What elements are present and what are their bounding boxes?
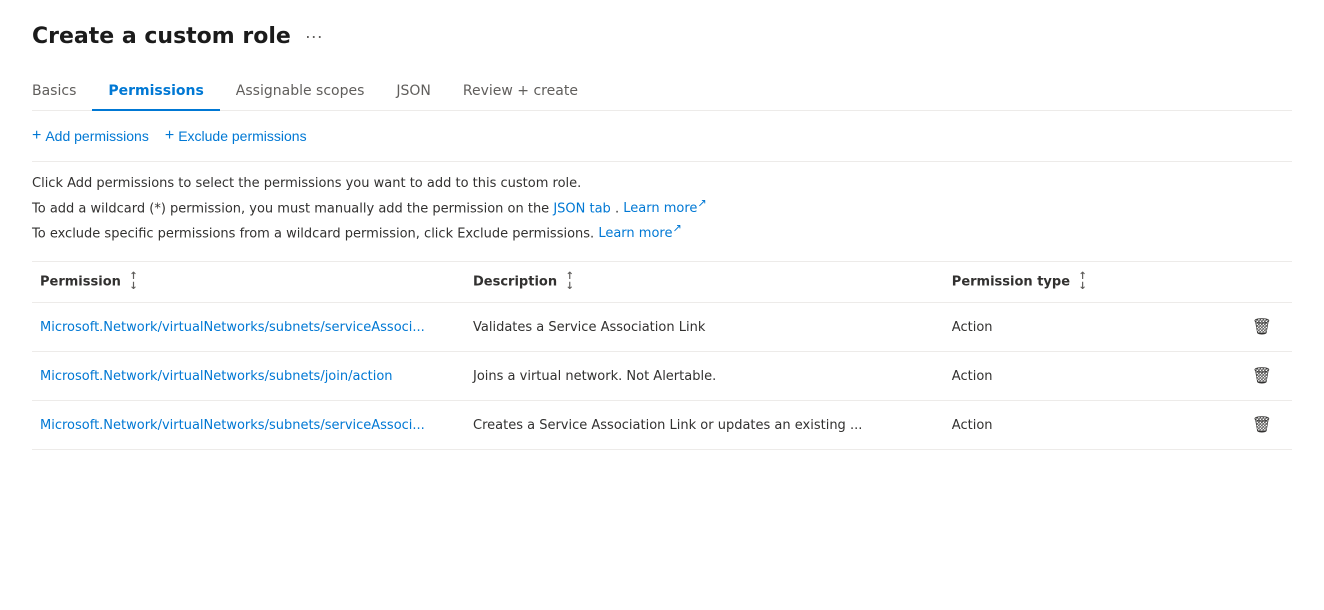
learn-more-label-2: Learn more — [598, 226, 672, 241]
delete-button-3[interactable]: 🗑 — [1244, 411, 1280, 439]
plus-icon-exclude: + — [165, 127, 174, 145]
permission-link-1[interactable]: Microsoft.Network/virtualNetworks/subnet… — [40, 320, 425, 335]
table-header-row: Permission ↑↓ Description ↑↓ Permission … — [32, 262, 1292, 303]
info-line2-suffix: . — [615, 201, 619, 216]
learn-more-link-1[interactable]: Learn more↗ — [623, 201, 706, 216]
action-cell-1: 🗑 — [1204, 303, 1292, 352]
info-line2-prefix: To add a wildcard (*) permission, you mu… — [32, 201, 553, 216]
col-header-description: Description ↑↓ — [473, 262, 952, 303]
description-cell-3: Creates a Service Association Link or up… — [473, 401, 952, 450]
info-line3-prefix: To exclude specific permissions from a w… — [32, 226, 594, 241]
table-row: Microsoft.Network/virtualNetworks/subnet… — [32, 401, 1292, 450]
exclude-permissions-label: Exclude permissions — [178, 128, 306, 144]
action-cell-3: 🗑 — [1204, 401, 1292, 450]
ellipsis-button[interactable]: ··· — [299, 24, 329, 49]
permission-link-2[interactable]: Microsoft.Network/virtualNetworks/subnet… — [40, 369, 393, 384]
col-header-permission: Permission ↑↓ — [32, 262, 473, 303]
json-tab-link[interactable]: JSON tab — [553, 201, 611, 216]
page-title-row: Create a custom role ··· — [32, 24, 1292, 49]
tab-nav: Basics Permissions Assignable scopes JSO… — [32, 73, 1292, 111]
type-cell-1: Action — [952, 303, 1204, 352]
tab-review-create[interactable]: Review + create — [447, 73, 594, 111]
permission-cell-1: Microsoft.Network/virtualNetworks/subnet… — [32, 303, 473, 352]
col-header-action — [1204, 262, 1292, 303]
action-bar: + Add permissions + Exclude permissions — [32, 111, 1292, 162]
delete-button-2[interactable]: 🗑 — [1244, 362, 1280, 390]
page-title: Create a custom role — [32, 24, 291, 49]
external-icon-1: ↗ — [697, 197, 706, 210]
plus-icon-add: + — [32, 127, 41, 145]
learn-more-label-1: Learn more — [623, 201, 697, 216]
add-permissions-label: Add permissions — [45, 128, 149, 144]
exclude-permissions-button[interactable]: + Exclude permissions — [165, 123, 307, 149]
tab-basics[interactable]: Basics — [32, 73, 92, 111]
table-row: Microsoft.Network/virtualNetworks/subnet… — [32, 352, 1292, 401]
col-header-type: Permission type ↑↓ — [952, 262, 1204, 303]
table-row: Microsoft.Network/virtualNetworks/subnet… — [32, 303, 1292, 352]
type-cell-2: Action — [952, 352, 1204, 401]
sort-icon-description[interactable]: ↑↓ — [566, 272, 574, 292]
info-box: Click Add permissions to select the perm… — [32, 162, 1292, 262]
info-line-1: Click Add permissions to select the perm… — [32, 174, 1292, 195]
info-line-2: To add a wildcard (*) permission, you mu… — [32, 195, 1292, 220]
delete-button-1[interactable]: 🗑 — [1244, 313, 1280, 341]
learn-more-link-2[interactable]: Learn more↗ — [598, 226, 681, 241]
external-icon-2: ↗ — [672, 222, 681, 235]
tab-permissions[interactable]: Permissions — [92, 73, 219, 111]
permission-link-3[interactable]: Microsoft.Network/virtualNetworks/subnet… — [40, 418, 425, 433]
permission-cell-2: Microsoft.Network/virtualNetworks/subnet… — [32, 352, 473, 401]
add-permissions-button[interactable]: + Add permissions — [32, 123, 149, 149]
sort-icon-type[interactable]: ↑↓ — [1079, 272, 1087, 292]
description-cell-2: Joins a virtual network. Not Alertable. — [473, 352, 952, 401]
sort-icon-permission[interactable]: ↑↓ — [129, 272, 137, 292]
info-line-3: To exclude specific permissions from a w… — [32, 220, 1292, 245]
description-cell-1: Validates a Service Association Link — [473, 303, 952, 352]
permission-cell-3: Microsoft.Network/virtualNetworks/subnet… — [32, 401, 473, 450]
permissions-table: Permission ↑↓ Description ↑↓ Permission … — [32, 262, 1292, 450]
type-cell-3: Action — [952, 401, 1204, 450]
tab-assignable-scopes[interactable]: Assignable scopes — [220, 73, 381, 111]
action-cell-2: 🗑 — [1204, 352, 1292, 401]
tab-json[interactable]: JSON — [380, 73, 447, 111]
